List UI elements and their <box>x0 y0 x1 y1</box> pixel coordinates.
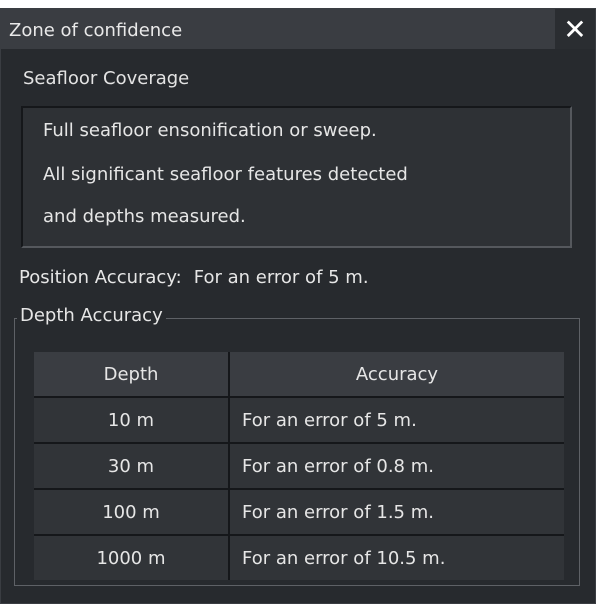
table-header: Depth Accuracy <box>34 352 564 398</box>
table-row: 1000 m For an error of 10.5 m. <box>34 536 564 580</box>
position-accuracy: Position Accuracy: For an error of 5 m. <box>19 267 369 288</box>
title-bar: Zone of confidence ✕ <box>1 9 595 49</box>
depth-accuracy-label: Depth Accuracy <box>17 305 166 326</box>
table-row: 30 m For an error of 0.8 m. <box>34 444 564 490</box>
accuracy-cell: For an error of 1.5 m. <box>242 501 434 523</box>
depth-cell: 1000 m <box>34 536 230 580</box>
column-header-depth: Depth <box>34 352 230 396</box>
position-accuracy-label: Position Accuracy: <box>19 267 182 288</box>
table-row: 10 m For an error of 5 m. <box>34 398 564 444</box>
seafloor-coverage-label: Seafloor Coverage <box>23 68 190 89</box>
depth-accuracy-table: Depth Accuracy 10 m For an error of 5 m.… <box>34 352 564 580</box>
seafloor-coverage-description: Full seafloor ensonification or sweep. A… <box>21 106 572 248</box>
depth-cell: 30 m <box>34 444 230 488</box>
depth-cell: 100 m <box>34 490 230 534</box>
coverage-line: and depths measured. <box>43 206 246 227</box>
column-header-accuracy: Accuracy <box>230 352 564 396</box>
coverage-line: All significant seafloor features detect… <box>43 164 408 185</box>
dialog-title: Zone of confidence <box>9 20 183 41</box>
close-button[interactable]: ✕ <box>555 9 595 49</box>
accuracy-cell: For an error of 5 m. <box>242 409 417 431</box>
close-icon: ✕ <box>563 12 587 46</box>
position-accuracy-value: For an error of 5 m. <box>193 267 369 288</box>
coverage-line: Full seafloor ensonification or sweep. <box>43 120 377 141</box>
accuracy-cell: For an error of 0.8 m. <box>242 455 434 477</box>
accuracy-cell: For an error of 10.5 m. <box>242 547 446 569</box>
depth-cell: 10 m <box>34 398 230 442</box>
table-row: 100 m For an error of 1.5 m. <box>34 490 564 536</box>
